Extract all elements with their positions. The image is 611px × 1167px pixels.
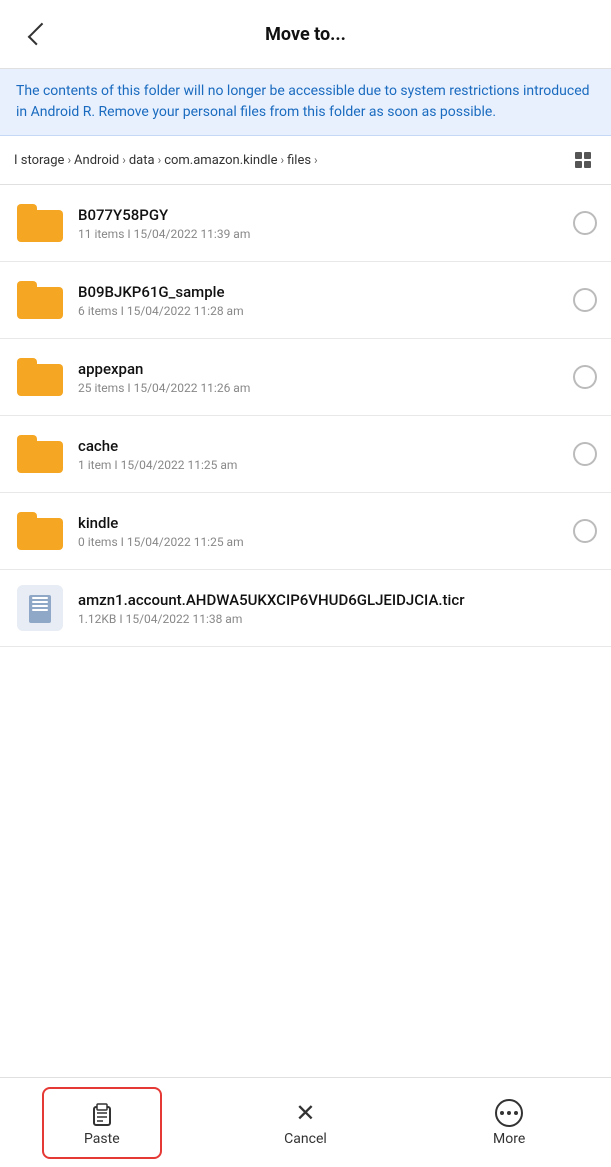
select-radio[interactable] [573, 211, 597, 235]
file-info: kindle 0 items I 15/04/2022 11:25 am [78, 514, 563, 549]
header: Move to... [0, 0, 611, 69]
breadcrumb[interactable]: I storage › Android › data › com.amazon.… [14, 153, 569, 168]
file-name: amzn1.account.AHDWA5UKXCIP6VHUD6GLJEIDJC… [78, 591, 597, 609]
more-label: More [493, 1131, 525, 1147]
breadcrumb-item-4[interactable]: files [287, 153, 311, 168]
file-type-icon [14, 582, 66, 634]
file-meta: 6 items I 15/04/2022 11:28 am [78, 304, 563, 318]
breadcrumb-item-2[interactable]: data [129, 153, 155, 168]
bottom-toolbar: Paste ✕ Cancel More [0, 1077, 611, 1167]
bottom-spacer [0, 647, 611, 747]
list-item[interactable]: kindle 0 items I 15/04/2022 11:25 am [0, 493, 611, 570]
back-chevron-icon [28, 23, 51, 46]
paste-icon [88, 1099, 116, 1127]
list-item[interactable]: amzn1.account.AHDWA5UKXCIP6VHUD6GLJEIDJC… [0, 570, 611, 647]
select-radio[interactable] [573, 442, 597, 466]
file-name: appexpan [78, 360, 563, 378]
folder-icon [14, 505, 66, 557]
breadcrumb-item-3[interactable]: com.amazon.kindle [164, 153, 277, 168]
more-button[interactable]: More [449, 1087, 569, 1159]
list-item[interactable]: B09BJKP61G_sample 6 items I 15/04/2022 1… [0, 262, 611, 339]
file-meta: 1 item I 15/04/2022 11:25 am [78, 458, 563, 472]
paste-label: Paste [84, 1131, 120, 1147]
folder-icon [14, 351, 66, 403]
warning-banner: The contents of this folder will no long… [0, 69, 611, 136]
file-info: B077Y58PGY 11 items I 15/04/2022 11:39 a… [78, 206, 563, 241]
breadcrumb-item-1[interactable]: Android [74, 153, 119, 168]
list-item[interactable]: B077Y58PGY 11 items I 15/04/2022 11:39 a… [0, 185, 611, 262]
folder-icon [14, 197, 66, 249]
file-meta: 1.12KB I 15/04/2022 11:38 am [78, 612, 597, 626]
breadcrumb-item-0[interactable]: I storage [14, 153, 64, 168]
cancel-icon: ✕ [295, 1099, 315, 1127]
file-info: cache 1 item I 15/04/2022 11:25 am [78, 437, 563, 472]
warning-text: The contents of this folder will no long… [16, 81, 595, 123]
file-list: B077Y58PGY 11 items I 15/04/2022 11:39 a… [0, 185, 611, 647]
grid-icon [575, 152, 591, 168]
file-info: B09BJKP61G_sample 6 items I 15/04/2022 1… [78, 283, 563, 318]
file-meta: 0 items I 15/04/2022 11:25 am [78, 535, 563, 549]
list-item[interactable]: cache 1 item I 15/04/2022 11:25 am [0, 416, 611, 493]
grid-view-button[interactable] [569, 146, 597, 174]
paste-button[interactable]: Paste [42, 1087, 162, 1159]
cancel-label: Cancel [284, 1131, 327, 1147]
folder-icon [14, 274, 66, 326]
file-info: amzn1.account.AHDWA5UKXCIP6VHUD6GLJEIDJC… [78, 591, 597, 626]
file-meta: 11 items I 15/04/2022 11:39 am [78, 227, 563, 241]
select-radio[interactable] [573, 365, 597, 389]
cancel-button[interactable]: ✕ Cancel [245, 1087, 365, 1159]
file-name: kindle [78, 514, 563, 532]
breadcrumb-row: I storage › Android › data › com.amazon.… [0, 136, 611, 185]
folder-icon [14, 428, 66, 480]
file-name: B077Y58PGY [78, 206, 563, 224]
select-radio[interactable] [573, 288, 597, 312]
more-icon [495, 1099, 523, 1127]
file-name: cache [78, 437, 563, 455]
file-meta: 25 items I 15/04/2022 11:26 am [78, 381, 563, 395]
list-item[interactable]: appexpan 25 items I 15/04/2022 11:26 am [0, 339, 611, 416]
file-info: appexpan 25 items I 15/04/2022 11:26 am [78, 360, 563, 395]
select-radio[interactable] [573, 519, 597, 543]
page-title: Move to... [56, 24, 555, 45]
file-name: B09BJKP61G_sample [78, 283, 563, 301]
back-button[interactable] [16, 14, 56, 54]
